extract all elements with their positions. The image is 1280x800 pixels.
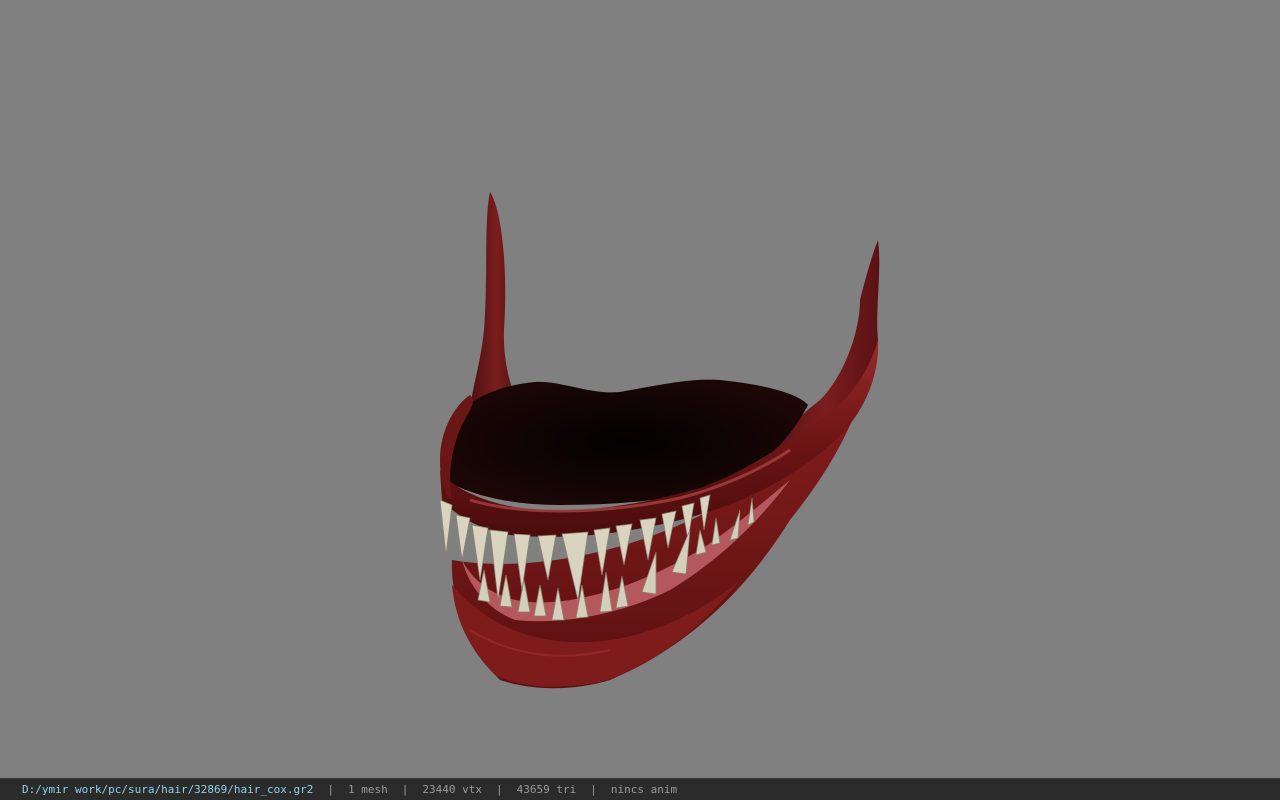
vertex-count: 23440 vtx (422, 783, 483, 796)
separator: | (401, 783, 409, 796)
separator: | (327, 783, 335, 796)
mesh-count: 1 mesh (348, 783, 388, 796)
separator: | (590, 783, 597, 796)
animation-status: nincs anim (610, 783, 678, 796)
triangle-count: 43659 tri (516, 783, 577, 796)
3d-viewport[interactable] (0, 0, 1280, 778)
model-render (439, 192, 880, 689)
file-path: D:/ymir work/pc/sura/hair/32869/hair_cox… (22, 783, 314, 796)
separator: | (496, 783, 503, 796)
left-horn (469, 192, 515, 420)
status-bar: D:/ymir work/pc/sura/hair/32869/hair_cox… (0, 778, 1280, 800)
